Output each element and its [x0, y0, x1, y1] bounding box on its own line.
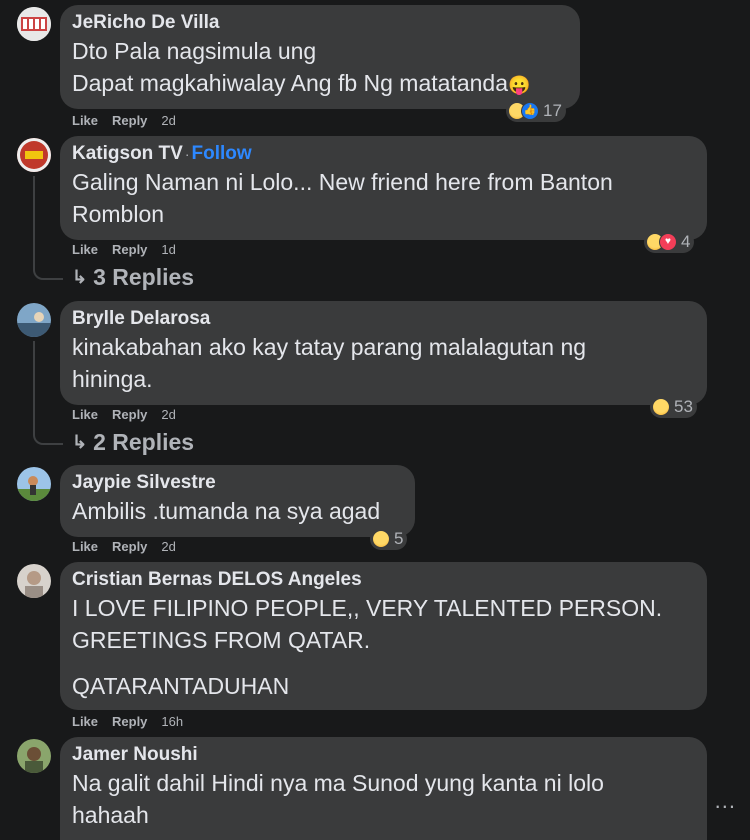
comment-text: Galing Naman ni Lolo... New friend here …	[72, 169, 613, 227]
comment-text: Ambilis .tumanda na sya agad	[72, 498, 381, 524]
view-replies-button[interactable]: ↳ 2 Replies	[72, 429, 194, 456]
comment-text: I LOVE FILIPINO PEOPLE,, VERY TALENTED P…	[72, 595, 663, 699]
reaction-summary[interactable]: 👍 17	[506, 100, 566, 122]
comment-actions: Like Reply 2d	[72, 113, 176, 128]
comment-actions: Like Reply 1d	[72, 242, 176, 257]
reply-arrow-icon: ↳	[72, 267, 88, 287]
reaction-summary[interactable]: 5	[370, 528, 408, 550]
comment-text: kinakabahan ako kay tatay parang malalag…	[72, 334, 587, 392]
reply-button[interactable]: Reply	[112, 407, 147, 422]
reaction-summary[interactable]: ♥ 4	[644, 231, 695, 253]
follow-button[interactable]: Follow	[192, 143, 252, 164]
comment-author[interactable]: JeRicho De Villa	[72, 11, 568, 35]
comment-actions: Like Reply 2d	[72, 407, 176, 422]
like-button[interactable]: Like	[72, 539, 98, 554]
timestamp[interactable]: 1d	[161, 242, 175, 257]
reply-button[interactable]: Reply	[112, 539, 147, 554]
thread-line	[33, 176, 63, 280]
haha-reaction-icon	[372, 530, 390, 548]
reaction-summary[interactable]: 53	[650, 396, 697, 418]
like-button[interactable]: Like	[72, 113, 98, 128]
avatar[interactable]	[17, 303, 51, 337]
comment-text: Dto Pala nagsimula ung Dapat magkahiwala…	[72, 38, 531, 96]
comment-author: Katigson TV · Follow	[72, 143, 252, 164]
reply-button[interactable]: Reply	[112, 242, 147, 257]
comment-author[interactable]: Jamer Noushi	[72, 743, 695, 767]
author-name[interactable]: Katigson TV	[72, 143, 183, 164]
like-button[interactable]: Like	[72, 242, 98, 257]
comment-author[interactable]: Jaypie Silvestre	[72, 471, 403, 495]
reaction-count: 4	[681, 232, 691, 251]
avatar[interactable]	[17, 138, 51, 172]
comment-actions: Like Reply 16h	[72, 714, 183, 729]
avatar[interactable]	[17, 564, 51, 598]
like-button[interactable]: Like	[72, 407, 98, 422]
reaction-count: 53	[674, 397, 693, 416]
emoji: 😛	[508, 75, 531, 95]
reply-button[interactable]: Reply	[112, 714, 147, 729]
comment-bubble: JeRicho De Villa Dto Pala nagsimula ung …	[60, 5, 580, 109]
timestamp[interactable]: 2d	[161, 539, 175, 554]
comment-bubble: Brylle Delarosa kinakabahan ako kay tata…	[60, 301, 707, 405]
thread-line	[33, 341, 63, 445]
avatar[interactable]	[17, 7, 51, 41]
reply-arrow-icon: ↳	[72, 432, 88, 452]
comment-bubble: Cristian Bernas DELOS Angeles I LOVE FIL…	[60, 562, 707, 710]
avatar[interactable]	[17, 739, 51, 773]
comment-text: Na galit dahil Hindi nya ma Sunod yung k…	[72, 770, 604, 828]
like-reaction-icon: 👍	[521, 102, 539, 120]
haha-reaction-icon	[652, 398, 670, 416]
comment-bubble: Jamer Noushi Na galit dahil Hindi nya ma…	[60, 737, 707, 840]
timestamp[interactable]: 2d	[161, 407, 175, 422]
comment-bubble: Jaypie Silvestre Ambilis .tumanda na sya…	[60, 465, 415, 537]
reply-button[interactable]: Reply	[112, 113, 147, 128]
more-options-icon[interactable]: ...	[715, 788, 736, 814]
avatar[interactable]	[17, 467, 51, 501]
comment-author[interactable]: Brylle Delarosa	[72, 307, 695, 331]
reaction-count: 17	[543, 101, 562, 120]
comment-actions: Like Reply 2d	[72, 539, 176, 554]
reaction-count: 5	[394, 529, 404, 548]
timestamp[interactable]: 2d	[161, 113, 175, 128]
love-reaction-icon: ♥	[659, 233, 677, 251]
comment-bubble: Katigson TV · Follow Galing Naman ni Lolo.…	[60, 136, 707, 240]
view-replies-button[interactable]: ↳ 3 Replies	[72, 264, 194, 291]
comment-author[interactable]: Cristian Bernas DELOS Angeles	[72, 568, 695, 592]
like-button[interactable]: Like	[72, 714, 98, 729]
timestamp[interactable]: 16h	[161, 714, 183, 729]
